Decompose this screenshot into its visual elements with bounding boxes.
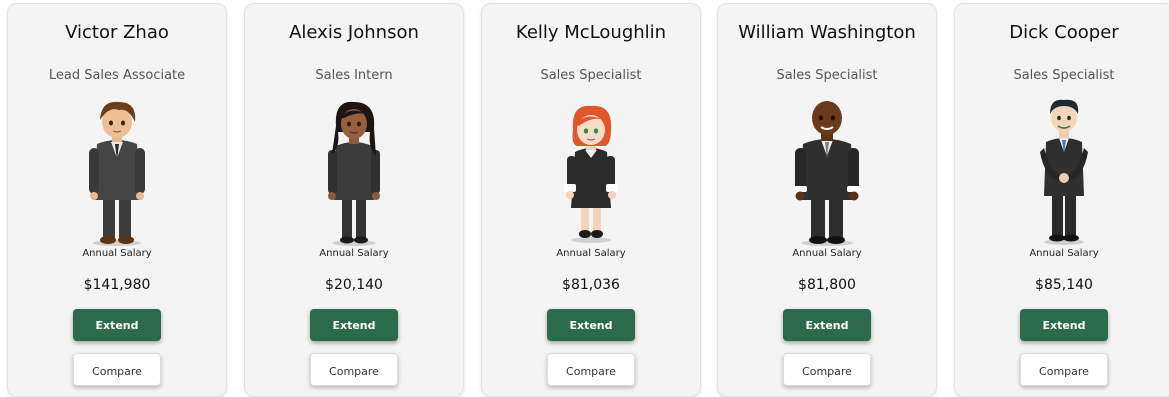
extend-offer-button[interactable]: Extend Offer <box>547 309 635 364</box>
compare-button[interactable]: Compare <box>310 353 398 386</box>
candidate-name: Victor Zhao <box>65 22 169 43</box>
compare-button[interactable]: Compare <box>547 353 635 386</box>
candidate-title: Sales Specialist <box>776 68 878 83</box>
candidate-name: Dick Cooper <box>1009 22 1119 43</box>
male-avatar-brown-hair-icon <box>57 96 177 246</box>
candidate-card-list: Victor Zhao Lead Sales Associate Annual … <box>0 0 1169 397</box>
female-avatar-red-hair-icon <box>531 96 651 246</box>
compare-button[interactable]: Compare <box>1020 353 1108 386</box>
salary-value: $20,140 <box>325 277 383 293</box>
extend-offer-button[interactable]: Extend Offer <box>73 309 161 364</box>
male-avatar-black-hair-icon <box>1004 96 1124 246</box>
candidate-card: Kelly McLoughlin Sales Specialist Annual… <box>481 3 701 397</box>
salary-label: Annual Salary <box>319 248 389 259</box>
salary-value: $85,140 <box>1035 277 1093 293</box>
male-avatar-bald-icon <box>767 96 887 246</box>
salary-label: Annual Salary <box>82 248 152 259</box>
candidate-card: Alexis Johnson Sales Intern Annual Salar… <box>244 3 464 397</box>
female-avatar-dark-hair-icon <box>294 96 414 246</box>
salary-value: $141,980 <box>83 277 151 293</box>
candidate-title: Sales Specialist <box>1013 68 1115 83</box>
salary-value: $81,036 <box>562 277 620 293</box>
candidate-card: Victor Zhao Lead Sales Associate Annual … <box>7 3 227 397</box>
extend-offer-button[interactable]: Extend Offer <box>1020 309 1108 364</box>
candidate-title: Lead Sales Associate <box>48 68 186 83</box>
candidate-name: Alexis Johnson <box>289 22 419 43</box>
candidate-card: William Washington Sales Specialist Annu… <box>717 3 937 397</box>
candidate-name: Kelly McLoughlin <box>515 22 667 43</box>
compare-button[interactable]: Compare <box>73 353 161 386</box>
candidate-title: Sales Specialist <box>540 68 642 83</box>
salary-value: $81,800 <box>798 277 856 293</box>
candidate-title: Sales Intern <box>315 68 393 83</box>
salary-label: Annual Salary <box>1029 248 1099 259</box>
compare-button[interactable]: Compare <box>783 353 871 386</box>
extend-offer-button[interactable]: Extend Offer <box>310 309 398 364</box>
candidate-card: Dick Cooper Sales Specialist Annual Sala… <box>954 3 1169 397</box>
candidate-name: William Washington <box>738 22 916 43</box>
salary-label: Annual Salary <box>792 248 862 259</box>
salary-label: Annual Salary <box>556 248 626 259</box>
extend-offer-button[interactable]: Extend Offer <box>783 309 871 364</box>
